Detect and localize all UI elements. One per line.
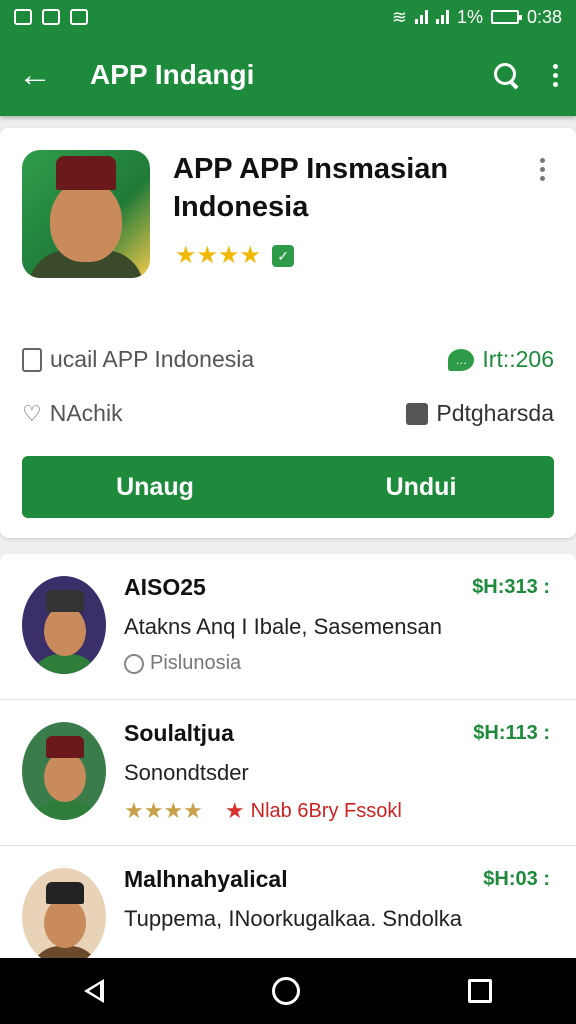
thumbs-up-icon [406,402,429,425]
install-button[interactable]: Unaug Undui [22,456,554,518]
system-nav-bar [0,958,576,1024]
list-item-title: AISO25 [124,574,206,600]
clock-icon [124,653,144,674]
install-button-label-left: Unaug [116,472,194,501]
clock: 0:38 [526,6,562,27]
list-item-meta: Pislunosia [124,652,241,675]
reviews-count: Irt::206 [482,346,554,372]
overflow-menu-icon[interactable] [553,63,558,87]
rating-stars: ★★★★ ✓ [175,242,295,269]
star-rating: ★★★★ [124,798,203,823]
list-item-title: Malhnahyalical [124,866,288,892]
app-icon [22,150,150,278]
card-overflow-icon[interactable] [540,158,545,181]
developer-name: ucail APP Indonesia [50,346,255,372]
list-item-subtitle: Atakns Anq I Ibale, Sasemensan [124,614,442,639]
list-item-thumbnail [22,576,106,674]
lock-icon [70,9,88,25]
list-item[interactable]: AISO25 Atakns Anq I Ibale, Sasemensan Pi… [0,554,576,700]
red-star-icon: ★ [224,798,245,823]
list-item-subtitle: Sonondtsder [124,760,249,785]
heart-icon: ♡ [22,400,42,426]
nav-back-icon[interactable] [84,979,104,1003]
list-item-thumbnail [22,722,106,820]
category-label: NAchik [49,400,123,426]
publisher-row: Pdtgharsda [406,400,554,427]
publisher-name: Pdtgharsda [436,400,554,426]
gallery-icon [42,9,60,25]
search-icon[interactable] [493,62,519,88]
list-item-price: $H:113 : [473,722,550,744]
list-item[interactable]: Malhnahyalical Tuppema, INoorkugalkaa. S… [0,846,576,958]
nav-home-icon[interactable] [272,977,300,1005]
battery-percent: 1% [456,6,483,27]
back-arrow-icon[interactable]: ← [18,56,62,95]
list-item-meta: ★★★★ ★ Nlab 6Bry Fssokl [124,798,402,824]
list-item[interactable]: Soulaltjua Sonondtsder ★★★★ ★ Nlab 6Bry … [0,700,576,846]
chat-icon: … [448,348,475,371]
list-item-meta-text: Pislunosia [150,652,242,674]
battery-icon [490,10,522,24]
app-title: APP APP Insmasian Indonesia [173,153,449,223]
list-item-price: $H:03 : [483,868,550,890]
list-item-title: Soulaltjua [124,720,234,746]
list-item-meta-text: Nlab 6Bry Fssokl [250,799,402,822]
app-bar: ← APP Indangi [0,34,576,116]
notification-icon [14,9,32,25]
status-bar: ≋ 1% 0:38 [0,0,576,34]
wifi-icon: ≋ [391,6,407,27]
install-button-label-right: Undui [385,472,457,501]
editors-choice-icon: ✓ [272,245,295,267]
category-row: ♡ NAchik [22,400,123,427]
page-title: APP Indangi [90,59,255,90]
star-rating: ★★★★ [175,242,262,269]
related-apps-list: AISO25 Atakns Anq I Ibale, Sasemensan Pi… [0,554,576,958]
nav-recents-icon[interactable] [468,979,492,1003]
developer-icon [22,347,42,372]
list-item-price: $H:313 : [472,576,550,598]
signal-icon-2 [435,10,449,24]
list-item-subtitle: Tuppema, INoorkugalkaa. Sndolka [124,906,462,931]
reviews-row: … Irt::206 [448,346,554,373]
list-item-thumbnail [22,868,106,958]
developer-row: ucail APP Indonesia [22,346,254,373]
signal-icon [414,10,428,24]
